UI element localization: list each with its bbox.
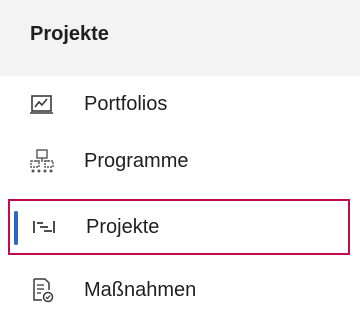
section-header: Projekte (0, 0, 360, 76)
nav-item-massnahmen[interactable]: Maßnahmen (0, 262, 360, 318)
program-network-icon (28, 147, 56, 175)
measure-document-icon (28, 276, 56, 304)
nav-item-label: Portfolios (84, 93, 168, 115)
nav-item-portfolios[interactable]: Portfolios (0, 76, 360, 132)
navigation-panel: Projekte Portfolios Programme Projekte M… (0, 0, 360, 318)
nav-item-programme[interactable]: Programme (0, 133, 360, 189)
section-title: Projekte (30, 23, 109, 45)
nav-item-projekte[interactable]: Projekte (8, 199, 350, 255)
selection-indicator (14, 211, 18, 245)
nav-item-label: Maßnahmen (84, 279, 197, 301)
portfolio-chart-icon (28, 90, 56, 118)
project-timeline-icon (30, 213, 58, 241)
nav-item-label: Programme (84, 150, 189, 172)
nav-item-label: Projekte (86, 216, 160, 238)
